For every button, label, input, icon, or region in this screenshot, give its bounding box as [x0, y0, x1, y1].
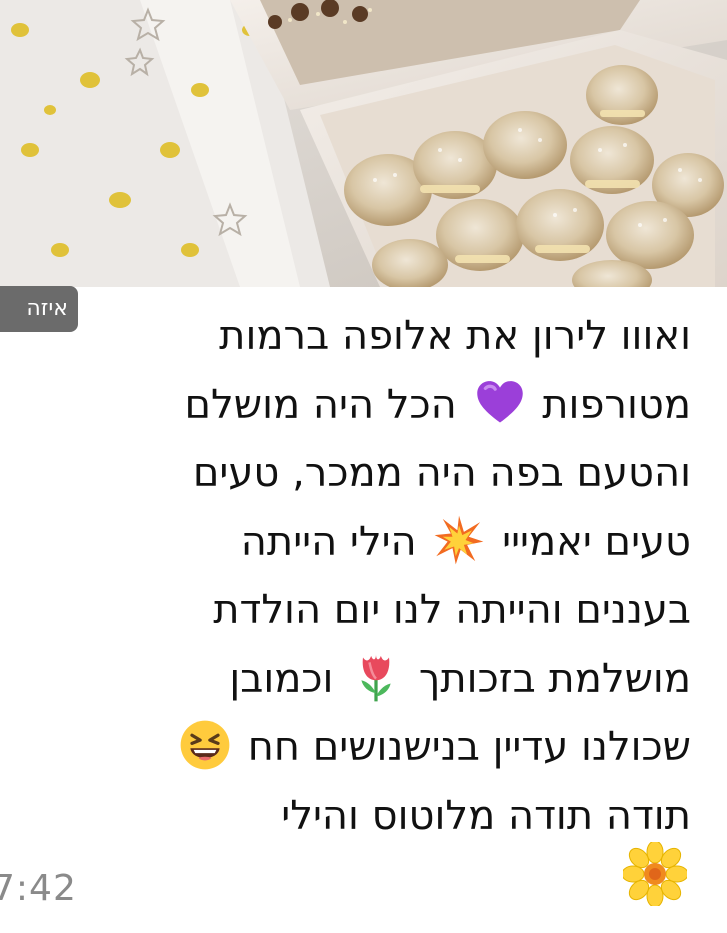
message-line-text: בעננים והייתה לנו יום הולדת: [213, 587, 691, 633]
message-line-text: הכל היה מושלם: [184, 381, 457, 428]
message-line: טעים יאמייי הילי הייתה: [51, 508, 691, 577]
message-line-text: מטורפות: [542, 381, 691, 428]
message-line-text: תודה תודה מלוטוס והילי: [281, 792, 691, 839]
message-line: שכולנו עדיין בנישנושים חח: [51, 713, 691, 782]
message-line-text: שכולנו עדיין בנישנושים חח: [247, 724, 691, 770]
message-line-text: וכמובן: [229, 655, 334, 702]
message-line-text: מושלמת בזכותך: [418, 655, 691, 702]
message-line: ואווו לירון את אלופה ברמות: [51, 302, 691, 371]
blossom-icon: [621, 840, 689, 908]
shared-photo[interactable]: [0, 0, 727, 287]
message-text: ואווו לירון את אלופה ברמות מטורפות הכל ה…: [51, 302, 691, 850]
message-line-text: טעים יאמייי: [502, 518, 691, 565]
purple-heart-icon: [474, 377, 526, 429]
collision-icon: [433, 514, 485, 566]
message-line: והטעם בפה היה ממכר, טעים: [51, 439, 691, 508]
message-line-text: הילי הייתה: [240, 518, 417, 565]
laughing-face-icon: [179, 719, 231, 771]
tulip-icon: [350, 651, 402, 703]
message-line: מושלמת בזכותך וכמובן: [51, 645, 691, 714]
message-line: תודה תודה מלוטוס והילי: [51, 782, 691, 851]
message-line-text: ואווו לירון את אלופה ברמות: [219, 313, 691, 359]
message-line: בעננים והייתה לנו יום הולדת: [51, 576, 691, 645]
message-timestamp: 7:42: [0, 868, 77, 909]
message-line: מטורפות הכל היה מושלם: [51, 371, 691, 440]
message-line-text: והטעם בפה היה ממכר, טעים: [192, 450, 691, 496]
